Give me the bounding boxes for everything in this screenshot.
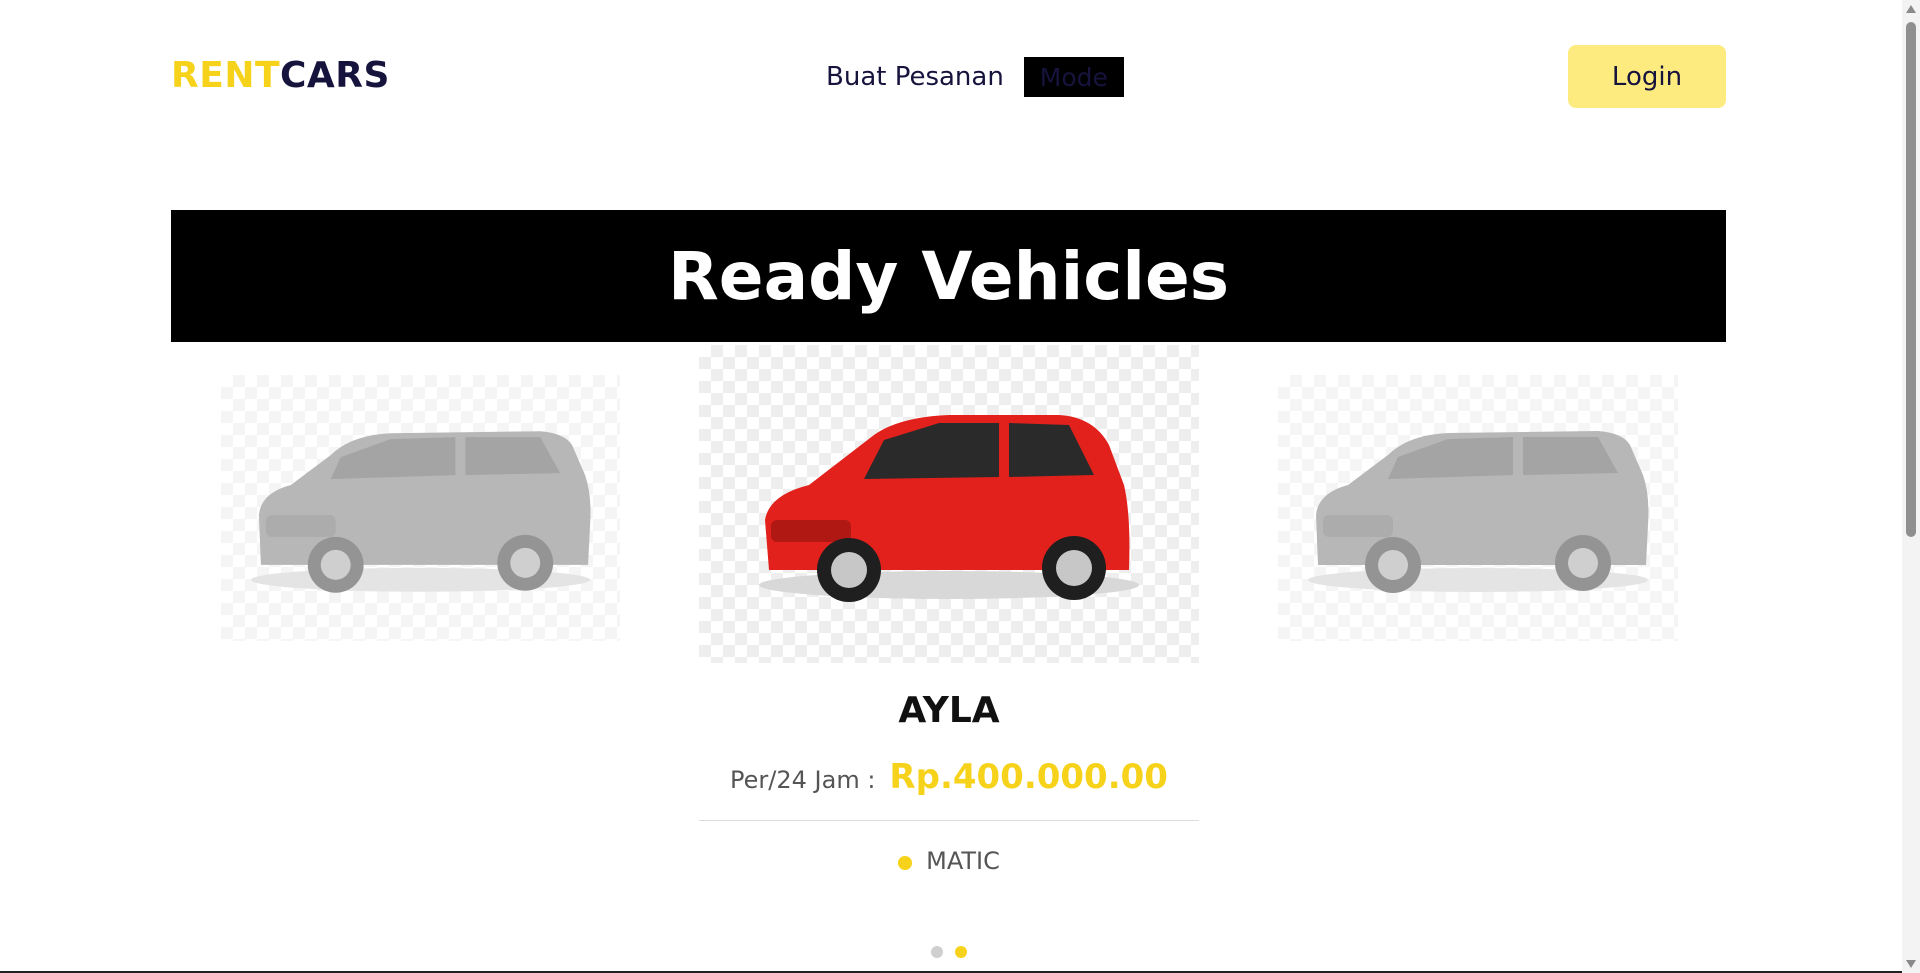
logo-rent: RENT [171, 55, 280, 96]
scrollbar-thumb[interactable] [1906, 22, 1916, 537]
login-button[interactable]: Login [1568, 45, 1726, 108]
title-word-ready: Ready [667, 237, 899, 315]
section-title: Ready Vehicles [668, 238, 1229, 315]
title-word-vehicles: Vehicles [921, 237, 1229, 315]
section-banner: Ready Vehicles [171, 210, 1726, 342]
car-hatchback-image [759, 415, 1139, 602]
scroll-down-arrow-icon[interactable] [1906, 960, 1916, 968]
page: RENTCARS Buat Pesanan Mode Login Ready V… [0, 0, 1920, 973]
price-row: Per/24 Jam : Rp.400.000.00 [699, 757, 1199, 797]
bullet-dot-icon [898, 856, 913, 870]
title-highlight: Vehicles [921, 238, 1229, 315]
car-name: AYLA [898, 690, 1000, 731]
mode-toggle-button[interactable]: Mode [1023, 57, 1124, 97]
site-logo[interactable]: RENTCARS [171, 55, 390, 96]
carousel-pagination [931, 946, 967, 958]
car-mpv-image [250, 431, 591, 593]
main-nav: Buat Pesanan Mode [826, 57, 1124, 97]
logo-cars: CARS [280, 55, 390, 96]
transmission-label: MATIC [926, 847, 1000, 875]
transmission-row: MATIC [699, 847, 1199, 875]
pagination-dot-1[interactable] [931, 946, 943, 958]
price-value: Rp.400.000.00 [889, 757, 1168, 797]
car-mpv-image [1308, 431, 1649, 593]
scroll-up-arrow-icon[interactable] [1906, 5, 1916, 13]
pagination-dot-2[interactable] [955, 946, 967, 958]
nav-buat-pesanan[interactable]: Buat Pesanan [826, 62, 1004, 92]
carousel-slide-active[interactable] [699, 345, 1199, 663]
vertical-scrollbar[interactable] [1902, 0, 1920, 973]
card-divider [699, 820, 1199, 821]
price-label: Per/24 Jam : [730, 766, 876, 794]
carousel-slide-prev[interactable] [221, 375, 620, 641]
carousel-slide-next[interactable] [1278, 375, 1678, 641]
